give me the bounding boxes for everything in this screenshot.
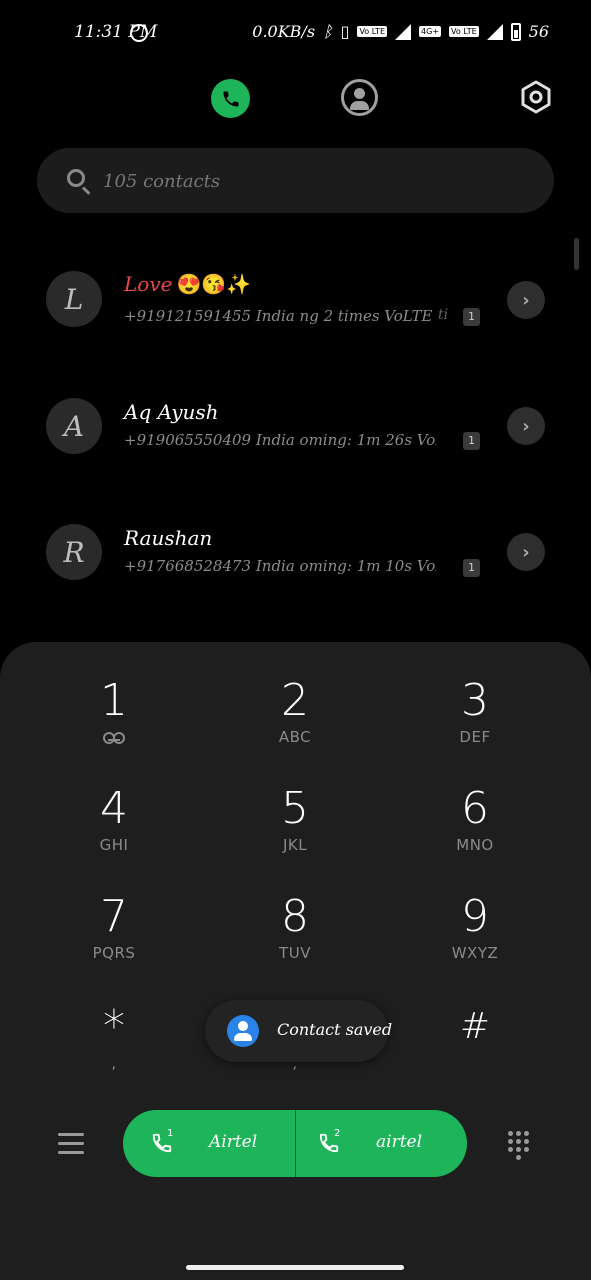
call-detail: +917668528473 India oming: 1m 10s VoLTE [124, 557, 436, 575]
contact-icon [354, 88, 365, 99]
sim-badge: 1 [463, 432, 480, 450]
contact-icon [227, 1015, 259, 1047]
key-digit: 2 [281, 675, 309, 726]
sim-badge: 1 [463, 308, 480, 326]
dialpad-icon [508, 1131, 513, 1136]
dialpad: 1 2 ABC 3 DEF 4 GHI 5 JKL 6 MNO 7 PQRS 8… [0, 642, 591, 1280]
vibrate-icon: ▯ [340, 22, 350, 41]
key-digit: 5 [281, 783, 309, 834]
key-digit: 8 [281, 891, 309, 942]
carrier-label: Airtel [209, 1132, 258, 1152]
tab-phone[interactable] [211, 79, 250, 118]
volte-badge-1: Vo LTE [357, 26, 388, 37]
details-button[interactable]: › [507, 281, 545, 319]
contact-name: Aq Ayush [124, 400, 219, 424]
call-log-item[interactable]: A Aq Ayush +919065550409 India oming: 1m… [0, 376, 591, 476]
network-type-badge: 4G+ [419, 26, 442, 37]
key-4[interactable]: 4 GHI [54, 784, 174, 874]
network-speed: 0.0KB/s [252, 22, 316, 41]
search-input[interactable] [103, 166, 503, 196]
contact-name-text: Love [124, 272, 173, 296]
menu-icon [58, 1133, 84, 1136]
carrier-label: airtel [376, 1132, 423, 1152]
settings-icon [521, 80, 551, 114]
search-icon [67, 169, 85, 187]
key-letters: DEF [459, 728, 491, 746]
dialpad-toggle-button[interactable] [508, 1131, 530, 1160]
top-tabs [0, 76, 591, 120]
signal-icon-1 [395, 23, 412, 40]
details-button[interactable]: › [507, 533, 545, 571]
chevron-right-icon: › [522, 289, 530, 311]
contact-name-emoji: 😍😘✨ [176, 272, 252, 296]
key-letters: ABC [278, 728, 312, 746]
sim-number: 1 [167, 1128, 174, 1139]
toast-message: Contact saved [277, 1020, 393, 1039]
details-button[interactable]: › [507, 407, 545, 445]
key-digit: 3 [461, 675, 489, 726]
chevron-right-icon: › [522, 541, 530, 563]
key-5[interactable]: 5 JKL [235, 784, 355, 874]
voicemail-icon [103, 732, 125, 744]
signal-icon-2 [486, 23, 503, 40]
key-letters: MNO [456, 836, 494, 854]
key-1[interactable]: 1 [54, 676, 174, 766]
call-detail: +919065550409 India oming: 1m 26s VoLTE [124, 431, 436, 449]
call-buttons: 1 Airtel 2 airtel [123, 1110, 467, 1177]
key-letters: PQRS [92, 944, 136, 962]
key-digit: # [459, 1006, 491, 1047]
sim-number: 2 [334, 1128, 341, 1139]
contact-name-text: Aq Ayush [124, 400, 219, 424]
call-detail-overflow: ti [438, 307, 449, 323]
key-7[interactable]: 7 PQRS [54, 892, 174, 982]
tab-contacts[interactable] [341, 79, 378, 116]
key-digit: 1 [100, 675, 128, 726]
avatar: R [46, 524, 102, 580]
search-bar[interactable] [37, 148, 554, 213]
menu-button[interactable] [58, 1133, 84, 1155]
key-digit: * [103, 1001, 125, 1052]
home-indicator[interactable] [186, 1265, 404, 1270]
key-digit: 7 [100, 891, 128, 942]
call-log-item[interactable]: L Love 😍😘✨ +919121591455 India ng 2 times… [0, 250, 591, 350]
battery-level: 56 [528, 22, 549, 41]
key-star[interactable]: * , [54, 1002, 174, 1092]
key-hash[interactable]: # [415, 1002, 535, 1092]
status-bar: 11:31 PM 0.0KB/s ᛒ ▯ Vo LTE 4G+ Vo LTE 5… [0, 0, 591, 66]
key-letters: WXYZ [451, 944, 499, 962]
key-letters: TUV [279, 944, 311, 962]
key-letters: GHI [99, 836, 129, 854]
key-letters: JKL [282, 836, 308, 854]
key-8[interactable]: 8 TUV [235, 892, 355, 982]
call-log-item[interactable]: R Raushan +917668528473 India oming: 1m … [0, 502, 591, 602]
key-digit: 9 [461, 891, 489, 942]
key-6[interactable]: 6 MNO [415, 784, 535, 874]
bluetooth-icon: ᛒ [323, 22, 333, 41]
key-2[interactable]: 2 ABC [235, 676, 355, 766]
key-3[interactable]: 3 DEF [415, 676, 535, 766]
phone-icon [223, 91, 238, 106]
battery-icon [510, 22, 521, 41]
contact-name: Love 😍😘✨ [124, 272, 251, 296]
avatar: L [46, 271, 102, 327]
key-digit: 6 [461, 783, 489, 834]
key-9[interactable]: 9 WXYZ [415, 892, 535, 982]
avatar: A [46, 398, 102, 454]
chevron-right-icon: › [522, 415, 530, 437]
status-indicators: 0.0KB/s ᛒ ▯ Vo LTE 4G+ Vo LTE 56 [252, 22, 549, 41]
sim-badge: 1 [463, 559, 480, 577]
contact-name: Raushan [124, 526, 212, 550]
contact-name-text: Raushan [124, 526, 213, 550]
key-letters: , [111, 1054, 117, 1072]
key-digit: 4 [100, 783, 128, 834]
volte-badge-2: Vo LTE [449, 26, 479, 37]
toast: Contact saved [205, 1000, 392, 1062]
call-sim2-button[interactable]: 2 airtel [295, 1110, 467, 1177]
call-sim1-button[interactable]: 1 Airtel [123, 1110, 295, 1177]
call-detail: +919121591455 India ng 2 times VoLTE [124, 307, 433, 325]
settings-button[interactable] [519, 80, 553, 114]
whatsapp-icon [130, 24, 148, 42]
